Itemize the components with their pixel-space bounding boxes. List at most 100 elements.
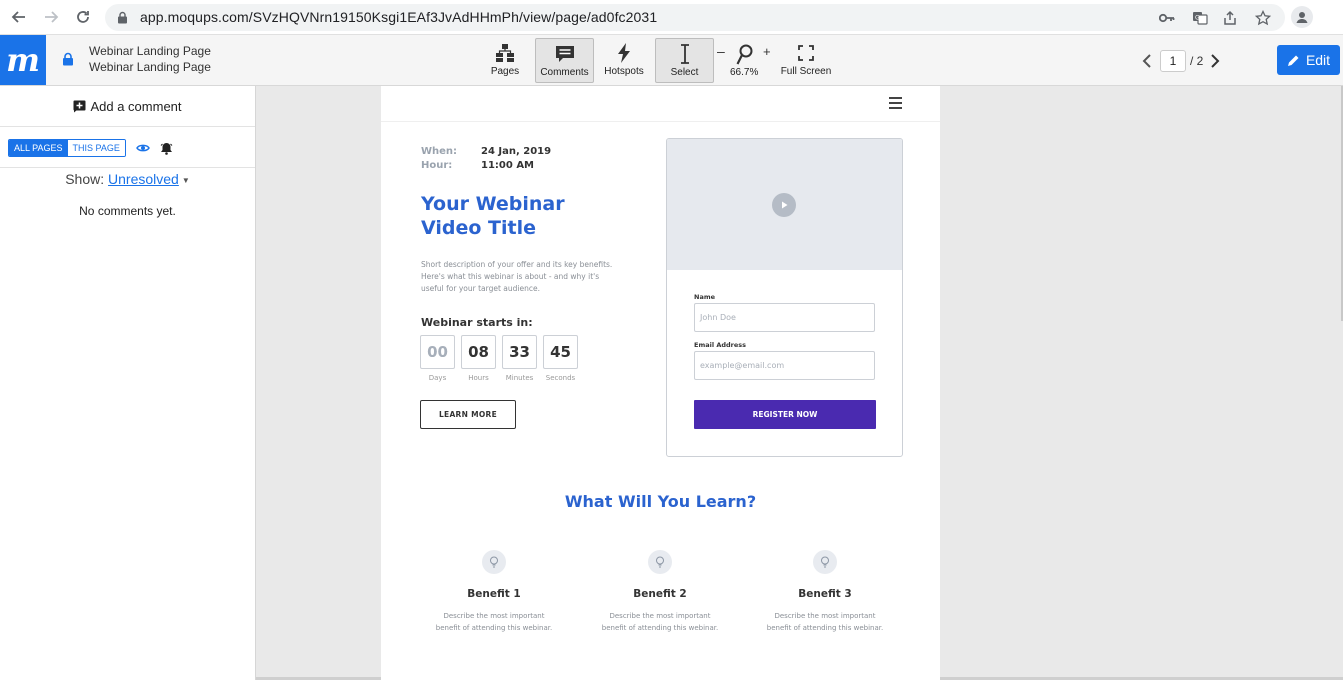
- chevron-right-icon[interactable]: [1209, 53, 1221, 69]
- project-name: Webinar Landing Page: [89, 44, 211, 58]
- pages-button[interactable]: Pages: [486, 38, 524, 83]
- fullscreen-button[interactable]: Full Screen: [778, 38, 834, 83]
- section-title: What Will You Learn?: [564, 492, 757, 511]
- select-button[interactable]: Select: [655, 38, 714, 83]
- zoom-level: 66.7%: [730, 67, 759, 78]
- caret-down-icon[interactable]: ▼: [182, 176, 190, 185]
- mockup-page: When: 24 Jan, 2019 Hour: 11:00 AM Your Web…: [381, 86, 940, 680]
- webinar-description: Short description of your offer and its …: [421, 260, 613, 293]
- moqups-logo[interactable]: m: [0, 35, 46, 85]
- pages-label: Pages: [490, 66, 520, 77]
- page-total: / 2: [1190, 54, 1204, 68]
- lock-icon: [118, 11, 127, 24]
- webinar-title: Your Webinar Video Title: [421, 192, 621, 240]
- countdown-label: Minutes: [505, 374, 534, 382]
- benefit-item: Benefit 3 Describe the most important ben…: [760, 550, 890, 634]
- page-pager: 1 / 2: [1141, 50, 1221, 72]
- countdown-value: 00: [420, 335, 455, 369]
- lightbulb-icon: [482, 550, 506, 574]
- benefit-description: Describe the most important benefit of at…: [766, 612, 884, 632]
- show-filter: Show: Unresolved ▼: [0, 171, 255, 187]
- benefit-item: Benefit 1 Describe the most important ben…: [429, 550, 559, 634]
- name-field[interactable]: John Doe: [694, 303, 875, 332]
- fullscreen-icon: [798, 45, 814, 61]
- countdown-days: 00 Days: [420, 335, 455, 382]
- lightning-icon: [618, 43, 630, 63]
- countdown-value: 33: [502, 335, 537, 369]
- countdown-timer: 00 Days 08 Hours 33 Minutes 45 Seconds: [420, 335, 578, 382]
- countdown-label: Hours: [468, 374, 489, 382]
- countdown-minutes: 33 Minutes: [502, 335, 537, 382]
- select-label: Select: [670, 67, 699, 78]
- countdown-label: Seconds: [545, 374, 576, 382]
- comment-icon: [555, 46, 574, 62]
- event-time: Hour: 11:00 AM: [421, 160, 534, 171]
- zoom-in-button[interactable]: +: [763, 44, 771, 59]
- add-comment-button[interactable]: Add a comment: [0, 86, 255, 127]
- text-cursor-icon: [680, 44, 689, 64]
- fullscreen-label: Full Screen: [780, 66, 832, 77]
- page-number-input[interactable]: 1: [1160, 50, 1186, 72]
- edit-button[interactable]: Edit: [1277, 45, 1340, 75]
- hotspots-button[interactable]: Hotspots: [601, 38, 647, 83]
- share-icon[interactable]: [1221, 9, 1239, 27]
- event-date: When: 24 Jan, 2019: [421, 146, 551, 157]
- app-toolbar: m Webinar Landing Page Webinar Landing P…: [0, 35, 1343, 86]
- countdown-value: 08: [461, 335, 496, 369]
- star-icon[interactable]: [1254, 9, 1272, 27]
- register-button[interactable]: REGISTER NOW: [694, 400, 876, 429]
- hamburger-menu-icon[interactable]: [889, 97, 902, 109]
- email-field[interactable]: example@email.com: [694, 351, 875, 380]
- countdown-label: Days: [428, 374, 447, 382]
- learn-more-button[interactable]: LEARN MORE: [420, 400, 516, 429]
- comments-label: Comments: [540, 67, 589, 78]
- arrow-right-icon: [45, 11, 59, 23]
- page-scope-toggle: ALL PAGES THIS PAGE: [8, 139, 126, 157]
- person-icon: [1296, 12, 1308, 23]
- zoom-out-button[interactable]: –: [717, 43, 725, 59]
- countdown-value: 45: [543, 335, 578, 369]
- hotspots-label: Hotspots: [604, 66, 644, 77]
- pencil-icon: [1287, 55, 1299, 66]
- empty-comments-message: No comments yet.: [79, 204, 176, 218]
- edit-label: Edit: [1305, 52, 1331, 68]
- comments-button[interactable]: Comments: [535, 38, 594, 83]
- benefit-item: Benefit 2 Describe the most important ben…: [595, 550, 725, 634]
- tab-all-pages[interactable]: ALL PAGES: [9, 140, 68, 156]
- email-label: Email Address: [694, 341, 747, 349]
- bell-icon[interactable]: [160, 142, 173, 155]
- reload-button[interactable]: [72, 6, 94, 28]
- add-comment-label: Add a comment: [90, 98, 182, 114]
- translate-icon[interactable]: G: [1191, 9, 1209, 27]
- eye-icon[interactable]: [136, 143, 150, 153]
- address-bar[interactable]: app.moqups.com/SVzHQVNrn19150Ksgi1EAf3Jv…: [105, 4, 1285, 31]
- play-icon[interactable]: [772, 193, 796, 217]
- add-comment-icon: [73, 100, 86, 112]
- sitemap-icon: [496, 44, 514, 62]
- browser-toolbar: app.moqups.com/SVzHQVNrn19150Ksgi1EAf3Jv…: [0, 0, 1343, 35]
- show-filter-dropdown[interactable]: Unresolved: [108, 171, 179, 187]
- benefit-description: Describe the most important benefit of at…: [601, 612, 719, 632]
- back-button[interactable]: [8, 6, 30, 28]
- video-placeholder[interactable]: [667, 139, 902, 270]
- benefit-title: Benefit 1: [467, 588, 521, 600]
- name-label: Name: [694, 293, 716, 301]
- benefit-title: Benefit 3: [798, 588, 852, 600]
- lightbulb-icon: [813, 550, 837, 574]
- svg-text:G: G: [1195, 15, 1200, 22]
- when-value: 24 Jan, 2019: [481, 146, 552, 157]
- starts-label: Webinar starts in:: [421, 316, 533, 329]
- comment-filter: ALL PAGES THIS PAGE: [8, 139, 173, 157]
- comments-panel: Add a comment ALL PAGES THIS PAGE Show: …: [0, 86, 256, 680]
- url-text: app.moqups.com/SVzHQVNrn19150Ksgi1EAf3Jv…: [140, 9, 658, 25]
- chevron-left-icon[interactable]: [1141, 53, 1153, 69]
- benefit-description: Describe the most important benefit of at…: [435, 612, 553, 632]
- panel-divider: [0, 167, 255, 168]
- magnifier-icon[interactable]: [736, 44, 754, 66]
- benefit-title: Benefit 2: [633, 588, 687, 600]
- tab-this-page[interactable]: THIS PAGE: [67, 140, 125, 156]
- profile-avatar[interactable]: [1291, 6, 1313, 28]
- key-icon[interactable]: [1158, 9, 1176, 27]
- forward-button[interactable]: [40, 6, 62, 28]
- when-label: When:: [421, 146, 458, 157]
